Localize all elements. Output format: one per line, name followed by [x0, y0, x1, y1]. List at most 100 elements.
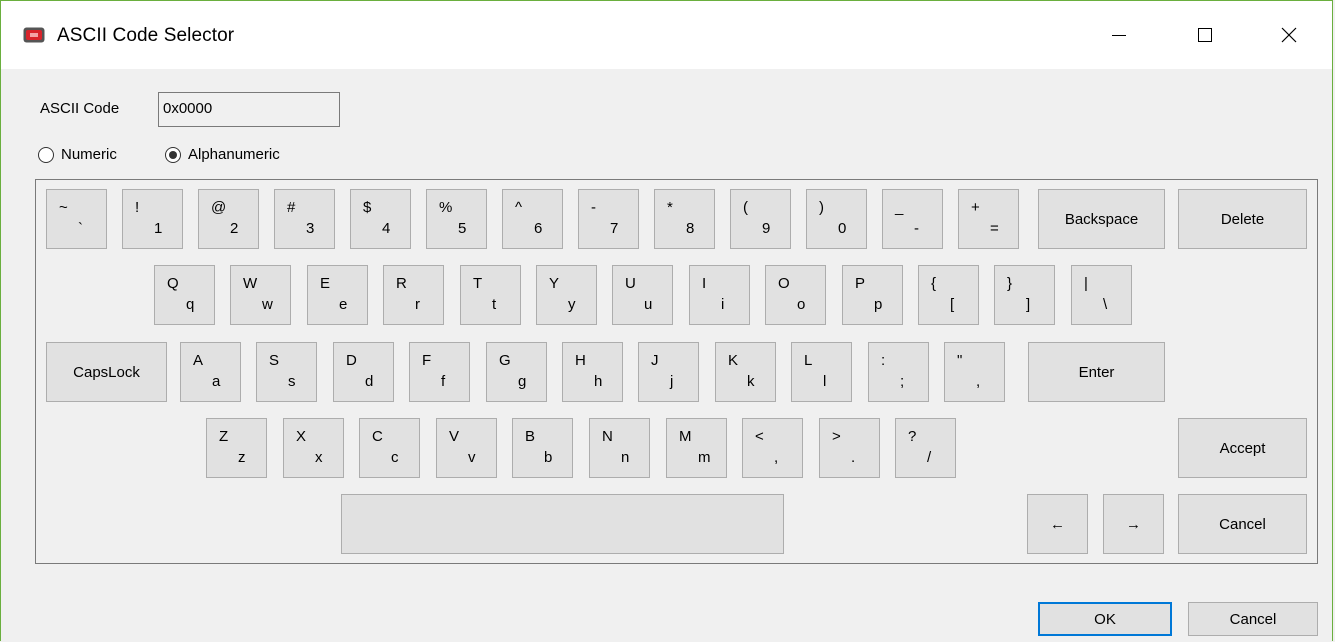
key-row1-9[interactable]: (9: [730, 189, 791, 249]
key-lower-char: =: [990, 220, 999, 237]
key-row3-0[interactable]: Aa: [180, 342, 241, 402]
cancel-button[interactable]: Cancel: [1188, 602, 1318, 636]
ascii-code-label: ASCII Code: [40, 100, 120, 117]
key-lower-char: d: [365, 373, 374, 390]
key-row1-4[interactable]: $4: [350, 189, 411, 249]
key-lower-char: e: [339, 296, 348, 313]
enter-key[interactable]: Enter: [1028, 342, 1165, 402]
key-row2-0[interactable]: Qq: [154, 265, 215, 325]
minimize-button[interactable]: [1096, 15, 1142, 55]
key-lower-char: ;: [900, 373, 905, 390]
key-row3-10[interactable]: ",: [944, 342, 1005, 402]
accept-key[interactable]: Accept: [1178, 418, 1307, 478]
key-upper-char: V: [449, 428, 460, 445]
key-row1-12[interactable]: + =: [958, 189, 1019, 249]
key-row4-6[interactable]: Mm: [666, 418, 727, 478]
key-upper-char: (: [743, 199, 748, 216]
dialog-window: ASCII Code Selector ASCII Code 0x0000 Nu…: [0, 0, 1333, 641]
key-lower-char: 3: [306, 220, 315, 237]
close-button[interactable]: [1266, 15, 1312, 55]
key-upper-char: ?: [908, 428, 917, 445]
key-row4-5[interactable]: Nn: [589, 418, 650, 478]
key-row2-1[interactable]: Ww: [230, 265, 291, 325]
key-upper-char: Y: [549, 275, 560, 292]
key-upper-char: H: [575, 352, 586, 369]
key-lower-char: v: [468, 449, 476, 466]
key-upper-char: O: [778, 275, 790, 292]
key-lower-char: 9: [762, 220, 771, 237]
key-upper-char: ): [819, 199, 824, 216]
keyboard-cancel-key[interactable]: Cancel: [1178, 494, 1307, 554]
key-row3-7[interactable]: Kk: [715, 342, 776, 402]
key-row3-3[interactable]: Ff: [409, 342, 470, 402]
capslock-key[interactable]: CapsLock: [46, 342, 167, 402]
key-lower-char: j: [670, 373, 674, 390]
key-row3-2[interactable]: Dd: [333, 342, 394, 402]
key-row1-0[interactable]: ~ `: [46, 189, 107, 249]
key-upper-char: {: [931, 275, 937, 292]
key-lower-char: 6: [534, 220, 543, 237]
key-upper-char: Z: [219, 428, 229, 445]
key-row1-7[interactable]: -7: [578, 189, 639, 249]
key-row4-0[interactable]: Zz: [206, 418, 267, 478]
key-row3-1[interactable]: Ss: [256, 342, 317, 402]
key-row3-6[interactable]: Jj: [638, 342, 699, 402]
key-lower-char: x: [315, 449, 323, 466]
ok-button[interactable]: OK: [1038, 602, 1172, 636]
key-row3-9[interactable]: :;: [868, 342, 929, 402]
key-lower-char: 1: [154, 220, 163, 237]
numeric-radio-label[interactable]: Numeric: [61, 146, 117, 163]
key-row2-12[interactable]: | \: [1071, 265, 1132, 325]
key-row1-11[interactable]: _ -: [882, 189, 943, 249]
maximize-button[interactable]: [1182, 15, 1228, 55]
key-row4-8[interactable]: >.: [819, 418, 880, 478]
key-row4-4[interactable]: Bb: [512, 418, 573, 478]
key-row1-3[interactable]: #3: [274, 189, 335, 249]
ascii-code-input[interactable]: 0x0000: [158, 92, 340, 127]
space-key[interactable]: [341, 494, 784, 554]
left-arrow-key[interactable]: ←: [1027, 494, 1088, 554]
key-row2-9[interactable]: Pp: [842, 265, 903, 325]
key-lower-char: a: [212, 373, 221, 390]
alphanumeric-radio[interactable]: [165, 147, 181, 163]
key-row3-4[interactable]: Gg: [486, 342, 547, 402]
key-row2-5[interactable]: Yy: [536, 265, 597, 325]
key-upper-char: +: [971, 199, 980, 216]
key-upper-char: Q: [167, 275, 179, 292]
key-row1-2[interactable]: @2: [198, 189, 259, 249]
key-row4-7[interactable]: <,: [742, 418, 803, 478]
key-row2-10[interactable]: {[: [918, 265, 979, 325]
key-row2-3[interactable]: Rr: [383, 265, 444, 325]
delete-label: Delete: [1220, 210, 1265, 228]
key-row3-5[interactable]: Hh: [562, 342, 623, 402]
key-row1-5[interactable]: % 5: [426, 189, 487, 249]
key-row2-7[interactable]: Ii: [689, 265, 750, 325]
right-arrow-key[interactable]: →: [1103, 494, 1164, 554]
key-row1-8[interactable]: * 8: [654, 189, 715, 249]
key-row2-2[interactable]: Ee: [307, 265, 368, 325]
keyboard-cancel-label: Cancel: [1219, 515, 1266, 533]
numeric-radio[interactable]: [38, 147, 54, 163]
backspace-key[interactable]: Backspace: [1038, 189, 1165, 249]
key-row1-10[interactable]: ) 0: [806, 189, 867, 249]
key-row3-8[interactable]: Ll: [791, 342, 852, 402]
enter-label: Enter: [1078, 363, 1115, 381]
key-lower-char: ,: [774, 449, 779, 466]
key-row2-6[interactable]: Uu: [612, 265, 673, 325]
key-upper-char: %: [439, 199, 453, 216]
key-row4-2[interactable]: Cc: [359, 418, 420, 478]
key-lower-char: o: [797, 296, 806, 313]
key-row1-6[interactable]: ^ 6: [502, 189, 563, 249]
key-row2-4[interactable]: Tt: [460, 265, 521, 325]
key-upper-char: J: [651, 352, 659, 369]
key-row4-9[interactable]: ? /: [895, 418, 956, 478]
key-upper-char: U: [625, 275, 636, 292]
key-row2-8[interactable]: Oo: [765, 265, 826, 325]
key-row4-1[interactable]: Xx: [283, 418, 344, 478]
key-lower-char: 5: [458, 220, 467, 237]
key-row2-11[interactable]: }]: [994, 265, 1055, 325]
key-row4-3[interactable]: Vv: [436, 418, 497, 478]
alphanumeric-radio-label[interactable]: Alphanumeric: [188, 146, 280, 163]
delete-key[interactable]: Delete: [1178, 189, 1307, 249]
key-row1-1[interactable]: ! 1: [122, 189, 183, 249]
